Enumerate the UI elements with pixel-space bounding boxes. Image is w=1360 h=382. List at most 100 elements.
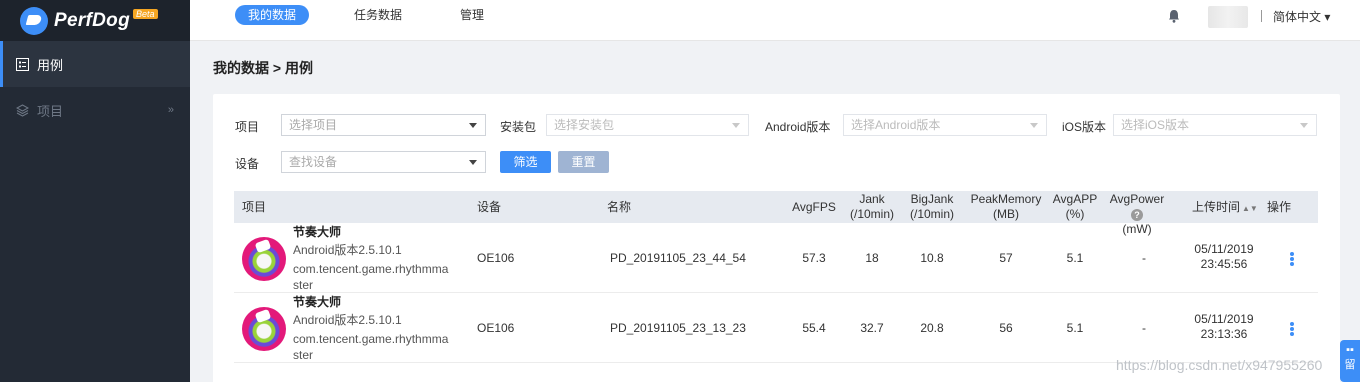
col-peakmemory-title: PeakMemory: [970, 192, 1042, 206]
more-options-icon[interactable]: [1290, 252, 1296, 266]
chevron-down-icon: [1030, 123, 1038, 128]
package-select[interactable]: 选择安装包: [546, 114, 749, 136]
app-package-cont: ster: [293, 348, 314, 362]
divider: [1261, 10, 1262, 22]
perfdog-logo-icon: [20, 6, 48, 35]
sort-icon[interactable]: ▲▼: [1242, 201, 1258, 216]
expand-arrow-icon: »: [167, 104, 174, 116]
layers-icon: [16, 103, 29, 117]
chevron-down-icon: [469, 123, 477, 128]
sidebar-item-label: 项目: [37, 103, 64, 119]
user-avatar[interactable]: [1208, 6, 1248, 28]
bigjank-cell: 20.8: [920, 321, 944, 335]
app-package-cont: ster: [293, 278, 314, 292]
col-peakmemory: PeakMemory (MB): [966, 192, 1046, 222]
avgfps-cell: 57.3: [802, 251, 826, 265]
brand-logo[interactable]: PerfDog Beta: [0, 0, 190, 41]
col-avgfps: AvgFPS: [792, 200, 836, 214]
upload-time: 23:13:36: [1200, 327, 1248, 341]
col-bigjank: BigJank (/10min): [902, 192, 962, 222]
app-name: 节奏大师: [293, 225, 342, 239]
jank-cell: 18: [865, 251, 879, 265]
bell-icon[interactable]: [1168, 9, 1180, 23]
android-version-select[interactable]: 选择Android版本: [843, 114, 1047, 136]
sidebar: PerfDog Beta 用例 项目 »: [0, 0, 190, 382]
filter-button[interactable]: 筛选: [500, 151, 551, 173]
help-icon[interactable]: ?: [1131, 209, 1143, 221]
upload-time-cell: 05/11/2019 23:13:36: [1184, 312, 1264, 342]
col-name: 名称: [607, 200, 632, 214]
ios-select-placeholder: 选择iOS版本: [1121, 118, 1190, 132]
device-search-select[interactable]: 查找设备: [281, 151, 486, 173]
chat-icon: ▪▪: [1346, 344, 1354, 356]
col-avgpower-title: AvgPower?: [1104, 192, 1170, 222]
col-jank-unit: (/10min): [849, 207, 894, 221]
sidebar-item-projects[interactable]: 项目 »: [0, 87, 190, 133]
tab-task-data[interactable]: 任务数据: [341, 5, 415, 25]
sidebar-item-label: 用例: [37, 57, 64, 73]
app-version: Android版本2.5.10.1: [293, 243, 402, 257]
app-version: Android版本2.5.10.1: [293, 313, 402, 327]
col-jank-title: Jank: [859, 192, 885, 206]
android-filter-label: Android版本: [765, 120, 831, 134]
more-options-icon[interactable]: [1290, 322, 1296, 336]
feedback-label: 留: [1344, 359, 1356, 371]
col-avgapp-unit: (%): [1065, 207, 1085, 221]
col-upload-time[interactable]: 上传时间 ▲▼: [1192, 200, 1258, 216]
sidebar-item-cases[interactable]: 用例: [0, 41, 190, 87]
upload-date: 05/11/2019: [1194, 242, 1254, 256]
col-upload-time-label: 上传时间: [1192, 200, 1241, 214]
col-avgpower-title-text: AvgPower: [1109, 192, 1165, 206]
avgfps-cell: 55.4: [802, 321, 826, 335]
device-cell: OE106: [477, 251, 515, 265]
app-package: com.tencent.game.rhythmma: [293, 332, 449, 346]
app-icon: [242, 307, 286, 351]
language-selector[interactable]: 简体中文 ▾: [1273, 8, 1330, 25]
col-peakmemory-unit: (MB): [993, 207, 1019, 221]
col-project: 项目: [242, 200, 267, 214]
table-row[interactable]: 节奏大师 Android版本2.5.10.1 com.tencent.game.…: [234, 293, 1318, 363]
col-ops: 操作: [1267, 200, 1292, 214]
app-icon: [242, 237, 286, 281]
name-cell[interactable]: PD_20191105_23_13_23: [610, 321, 746, 335]
app-package: com.tencent.game.rhythmma: [293, 262, 449, 276]
project-select[interactable]: 选择项目: [281, 114, 486, 136]
breadcrumb: 我的数据 > 用例: [213, 60, 313, 76]
list-icon: [16, 57, 29, 71]
chevron-down-icon: [469, 160, 477, 165]
ios-version-select[interactable]: 选择iOS版本: [1113, 114, 1317, 136]
col-jank: Jank (/10min): [842, 192, 902, 222]
jank-cell: 32.7: [860, 321, 884, 335]
tab-manage[interactable]: 管理: [447, 5, 497, 25]
col-bigjank-title: BigJank: [910, 192, 954, 206]
col-bigjank-unit: (/10min): [909, 207, 954, 221]
bigjank-cell: 10.8: [920, 251, 944, 265]
upload-date: 05/11/2019: [1194, 312, 1254, 326]
brand-name: PerfDog: [54, 9, 130, 31]
project-select-placeholder: 选择项目: [289, 118, 338, 132]
upload-time: 23:45:56: [1200, 257, 1248, 271]
app-name: 节奏大师: [293, 295, 342, 309]
device-cell: OE106: [477, 321, 515, 335]
package-select-placeholder: 选择安装包: [554, 118, 615, 132]
tab-my-data[interactable]: 我的数据: [235, 5, 310, 25]
peakmemory-cell: 56: [999, 321, 1013, 335]
package-filter-label: 安装包: [500, 120, 537, 134]
project-filter-label: 项目: [235, 120, 260, 134]
reset-button[interactable]: 重置: [558, 151, 609, 173]
feedback-button[interactable]: ▪▪ 留: [1340, 340, 1360, 382]
peakmemory-cell: 57: [999, 251, 1013, 265]
table-row[interactable]: 节奏大师 Android版本2.5.10.1 com.tencent.game.…: [234, 223, 1318, 293]
avgpower-cell: -: [1142, 321, 1146, 335]
ios-filter-label: iOS版本: [1062, 120, 1107, 134]
col-avgapp: AvgAPP (%): [1048, 192, 1102, 222]
chevron-down-icon: [1300, 123, 1308, 128]
table-header: 项目 设备 名称 AvgFPS Jank (/10min) BigJank (/…: [234, 191, 1318, 236]
name-cell[interactable]: PD_20191105_23_44_54: [610, 251, 746, 265]
beta-badge: Beta: [133, 8, 158, 19]
upload-time-cell: 05/11/2019 23:45:56: [1184, 242, 1264, 272]
chevron-down-icon: [732, 123, 740, 128]
top-navigation: 我的数据 任务数据 管理 简体中文 ▾: [190, 0, 1360, 41]
device-filter-label: 设备: [235, 157, 260, 171]
col-device: 设备: [477, 200, 502, 214]
